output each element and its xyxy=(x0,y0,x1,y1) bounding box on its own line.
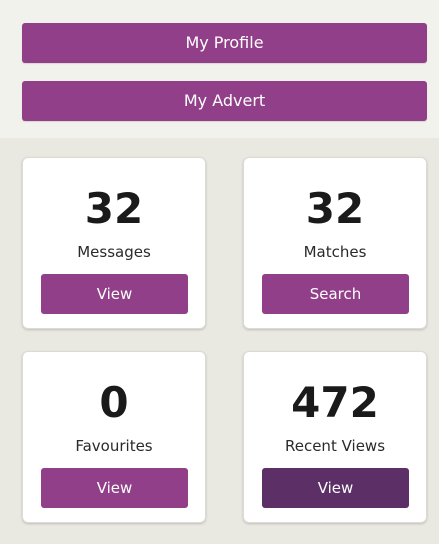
messages-label: Messages xyxy=(77,243,151,261)
dashboard-page: My Profile My Advert 32 Messages View 32… xyxy=(0,0,439,544)
matches-card: 32 Matches Search xyxy=(243,157,427,329)
favourites-card: 0 Favourites View xyxy=(22,351,206,523)
matches-label: Matches xyxy=(303,243,367,261)
messages-count: 32 xyxy=(84,184,144,233)
messages-card: 32 Messages View xyxy=(22,157,206,329)
my-profile-button[interactable]: My Profile xyxy=(22,23,427,63)
recent-views-count: 472 xyxy=(291,378,379,427)
matches-search-button[interactable]: Search xyxy=(262,274,409,314)
favourites-view-button[interactable]: View xyxy=(41,468,188,508)
favourites-label: Favourites xyxy=(75,437,153,455)
top-actions: My Profile My Advert xyxy=(0,0,439,138)
my-advert-button[interactable]: My Advert xyxy=(22,81,427,121)
matches-count: 32 xyxy=(305,184,365,233)
recent-views-label: Recent Views xyxy=(284,437,386,455)
recent-views-card: 472 Recent Views View xyxy=(243,351,427,523)
messages-view-button[interactable]: View xyxy=(41,274,188,314)
recent-views-view-button[interactable]: View xyxy=(262,468,409,508)
favourites-count: 0 xyxy=(99,378,129,427)
